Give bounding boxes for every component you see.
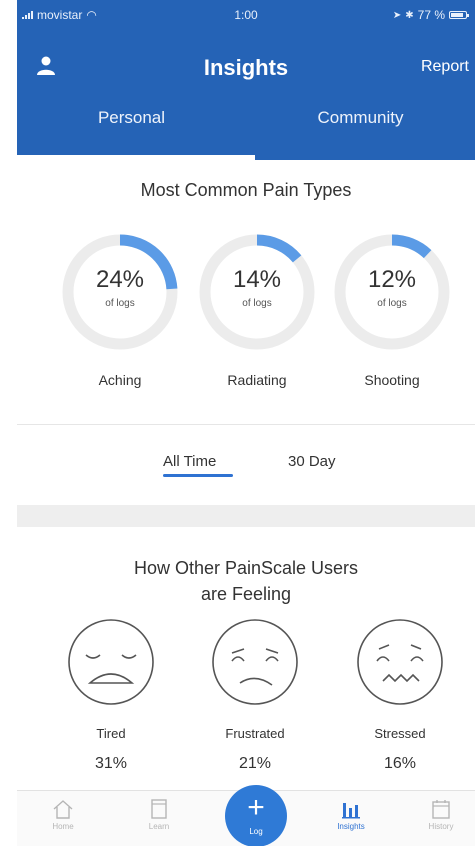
tab-personal[interactable]: Personal bbox=[17, 108, 246, 128]
feelings-title-line1: How Other PainScale Users bbox=[133, 558, 359, 578]
tired-face-icon bbox=[68, 619, 154, 705]
donut-radiating: 14% of logs bbox=[197, 232, 317, 352]
nav-bar: Insights Report bbox=[17, 46, 475, 90]
tabbar-history[interactable]: History bbox=[411, 799, 471, 831]
feeling-percent: 31% bbox=[94, 755, 128, 772]
bottom-tab-bar: Home Learn + Log Insights History bbox=[17, 785, 475, 846]
battery-icon bbox=[449, 11, 469, 19]
pain-type-label: Aching bbox=[98, 372, 142, 388]
tabbar-label: Insights bbox=[337, 822, 365, 831]
tab-community[interactable]: Community bbox=[246, 108, 475, 128]
feeling-label: Stressed bbox=[374, 726, 426, 741]
bar-chart-icon bbox=[342, 803, 360, 819]
donut-sub-label: of logs bbox=[105, 298, 135, 309]
tabbar-label: Learn bbox=[148, 822, 170, 831]
log-label: Log bbox=[249, 827, 263, 836]
donut-sub-label: of logs bbox=[377, 298, 407, 309]
tabbar-learn[interactable]: Learn bbox=[129, 799, 189, 831]
tabbar-home[interactable]: Home bbox=[33, 799, 93, 831]
pain-type-label: Shooting bbox=[364, 372, 420, 388]
donut-percent: 14% bbox=[232, 266, 282, 293]
feelings-title-line2: are Feeling bbox=[200, 584, 292, 604]
page-title: Insights bbox=[203, 55, 289, 80]
stressed-face-icon bbox=[357, 619, 443, 705]
bluetooth-icon: ✱ bbox=[405, 9, 414, 21]
tabbar-insights[interactable]: Insights bbox=[321, 799, 381, 831]
feeling-percent: 21% bbox=[238, 755, 272, 772]
status-bar: movistar ◠ 1:00 ➤ ✱ 77 % bbox=[17, 0, 475, 30]
tabbar-label: History bbox=[428, 822, 454, 831]
tab-indicator bbox=[17, 155, 255, 160]
period-all-time[interactable]: All Time bbox=[163, 453, 216, 470]
section-divider bbox=[17, 424, 475, 425]
feeling-label: Tired bbox=[96, 726, 126, 741]
feeling-percent: 16% bbox=[383, 755, 417, 772]
log-button[interactable]: + Log bbox=[225, 785, 287, 846]
period-30-day[interactable]: 30 Day bbox=[288, 453, 336, 470]
calendar-icon bbox=[432, 800, 450, 819]
donut-percent: 12% bbox=[367, 266, 417, 293]
home-icon bbox=[53, 800, 73, 819]
battery-percent: 77 % bbox=[417, 8, 445, 22]
donut-percent: 24% bbox=[95, 266, 145, 293]
donut-sub-label: of logs bbox=[242, 298, 272, 309]
feeling-label: Frustrated bbox=[225, 726, 285, 741]
book-icon bbox=[151, 799, 167, 819]
pain-types-title: Most Common Pain Types bbox=[140, 180, 352, 200]
location-icon: ➤ bbox=[392, 9, 402, 21]
donut-shooting: 12% of logs bbox=[332, 232, 452, 352]
app-header: movistar ◠ 1:00 ➤ ✱ 77 % Insights Report… bbox=[17, 0, 475, 160]
segment-tabs: Personal Community bbox=[17, 98, 475, 160]
period-indicator bbox=[163, 474, 233, 477]
feelings-title: How Other PainScale Users are Feeling bbox=[17, 555, 475, 607]
frustrated-face-icon bbox=[212, 619, 298, 705]
status-right: ➤ ✱ 77 % bbox=[392, 8, 469, 22]
donut-aching: 24% of logs bbox=[60, 232, 180, 352]
plus-icon: + bbox=[247, 791, 265, 824]
pain-type-label: Radiating bbox=[227, 372, 287, 388]
report-button[interactable]: Report bbox=[421, 58, 469, 76]
tabbar-label: Home bbox=[52, 822, 74, 831]
section-separator bbox=[17, 505, 475, 527]
